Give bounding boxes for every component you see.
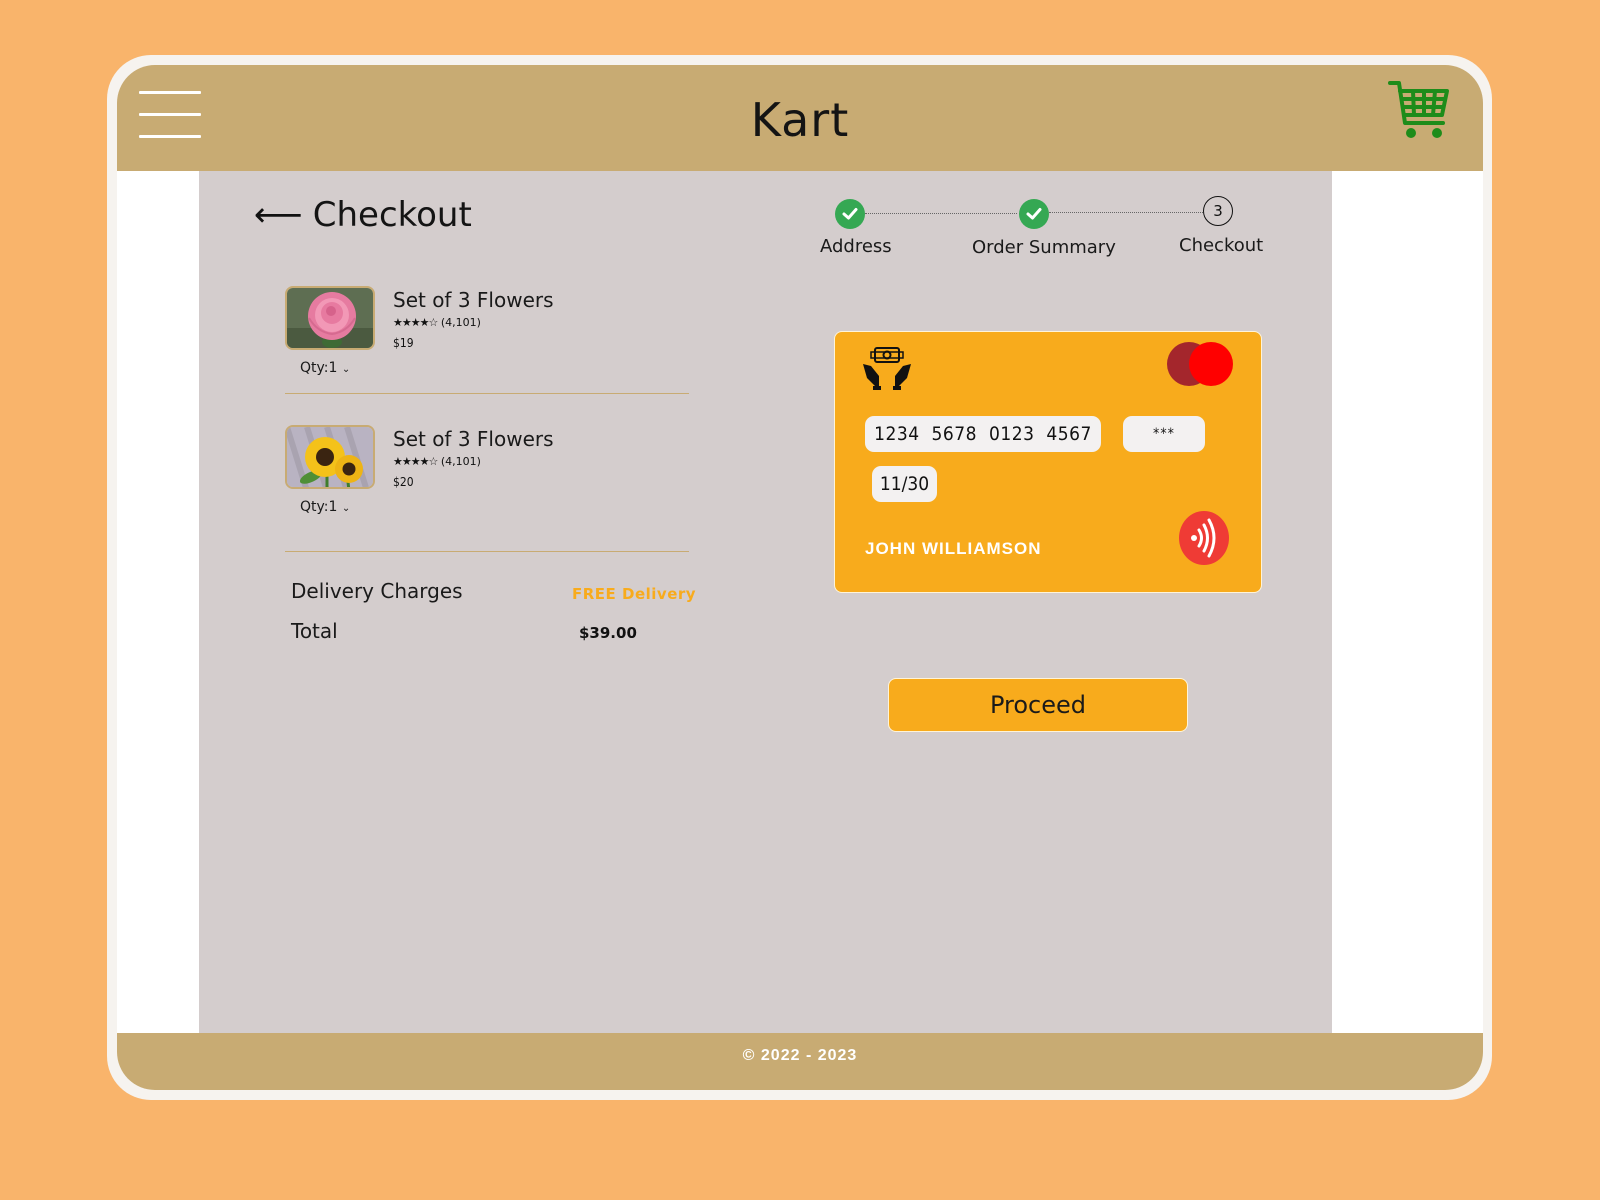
pink-rose-image [285, 286, 375, 350]
quantity-value: Qty:1 [300, 499, 338, 515]
card-holder-name: JOHN WILLIAMSON [865, 539, 1042, 558]
star-rating-icon: ★★★★☆ [393, 316, 438, 329]
chevron-down-icon: ⌄ [341, 364, 351, 375]
chevron-down-icon: ⌄ [341, 503, 351, 514]
delivery-charges-value: FREE Delivery [572, 585, 697, 603]
divider [285, 393, 689, 394]
copyright-text: © 2022 - 2023 [742, 1047, 858, 1064]
total-label: Total [291, 619, 338, 643]
item-price: $20 [393, 475, 414, 489]
back-to-previous[interactable]: ⟵ Checkout [254, 195, 472, 235]
item-name: Set of 3 Flowers [393, 288, 554, 312]
expiry-field[interactable]: 11/30 [872, 466, 937, 502]
item-price: $19 [393, 336, 414, 350]
page-title: Checkout [312, 195, 472, 235]
cvv-field[interactable]: *** [1123, 416, 1205, 452]
proceed-button[interactable]: Proceed [888, 678, 1188, 732]
checkout-panel: ⟵ Checkout 3 Address Order Summary Check… [199, 171, 1332, 1038]
star-rating-icon: ★★★★☆ [393, 455, 438, 468]
quantity-dropdown[interactable]: Qty:1 ⌄ [300, 360, 350, 376]
app-title: Kart [750, 93, 850, 147]
step-label-address[interactable]: Address [820, 236, 892, 257]
left-arrow-icon[interactable]: ⟵ [254, 198, 303, 232]
shopping-cart-icon[interactable] [1387, 79, 1451, 143]
quantity-value: Qty:1 [300, 360, 338, 376]
sunflowers-image [285, 425, 375, 489]
footer: © 2022 - 2023 [117, 1033, 1483, 1090]
card-number-field[interactable]: 1234 5678 0123 4567 [865, 416, 1101, 452]
step-label-order-summary[interactable]: Order Summary [972, 237, 1116, 258]
cart-item: Set of 3 Flowers ★★★★☆ (4,101) $19 Qty:1… [285, 286, 689, 386]
step-checkout-number: 3 [1203, 196, 1233, 226]
app-screen: Kart ⟵ Checkout 3 Address Order Summary … [117, 65, 1483, 1090]
item-name: Set of 3 Flowers [393, 427, 554, 451]
cart-item: Set of 3 Flowers ★★★★☆ (4,101) $20 Qty:1… [285, 425, 689, 525]
step-connector [865, 213, 1017, 214]
top-bar: Kart [117, 65, 1483, 171]
divider [285, 551, 689, 552]
mastercard-logo-icon [1167, 342, 1233, 386]
rating-count: (4,101) [440, 316, 481, 329]
total-value: $39.00 [579, 624, 637, 642]
contactless-icon [1179, 511, 1229, 565]
payment-card: 1234 5678 0123 4567 *** 11/30 JOHN WILLI… [834, 331, 1262, 593]
rating-count: (4,101) [440, 455, 481, 468]
quantity-dropdown[interactable]: Qty:1 ⌄ [300, 499, 350, 515]
step-order-summary-check-icon [1019, 199, 1049, 229]
item-rating: ★★★★☆ (4,101) [393, 316, 481, 329]
hands-money-icon [863, 347, 911, 390]
step-connector [1049, 212, 1203, 213]
step-address-check-icon [835, 199, 865, 229]
delivery-charges-label: Delivery Charges [291, 579, 463, 603]
item-rating: ★★★★☆ (4,101) [393, 455, 481, 468]
step-label-checkout[interactable]: Checkout [1179, 235, 1263, 256]
